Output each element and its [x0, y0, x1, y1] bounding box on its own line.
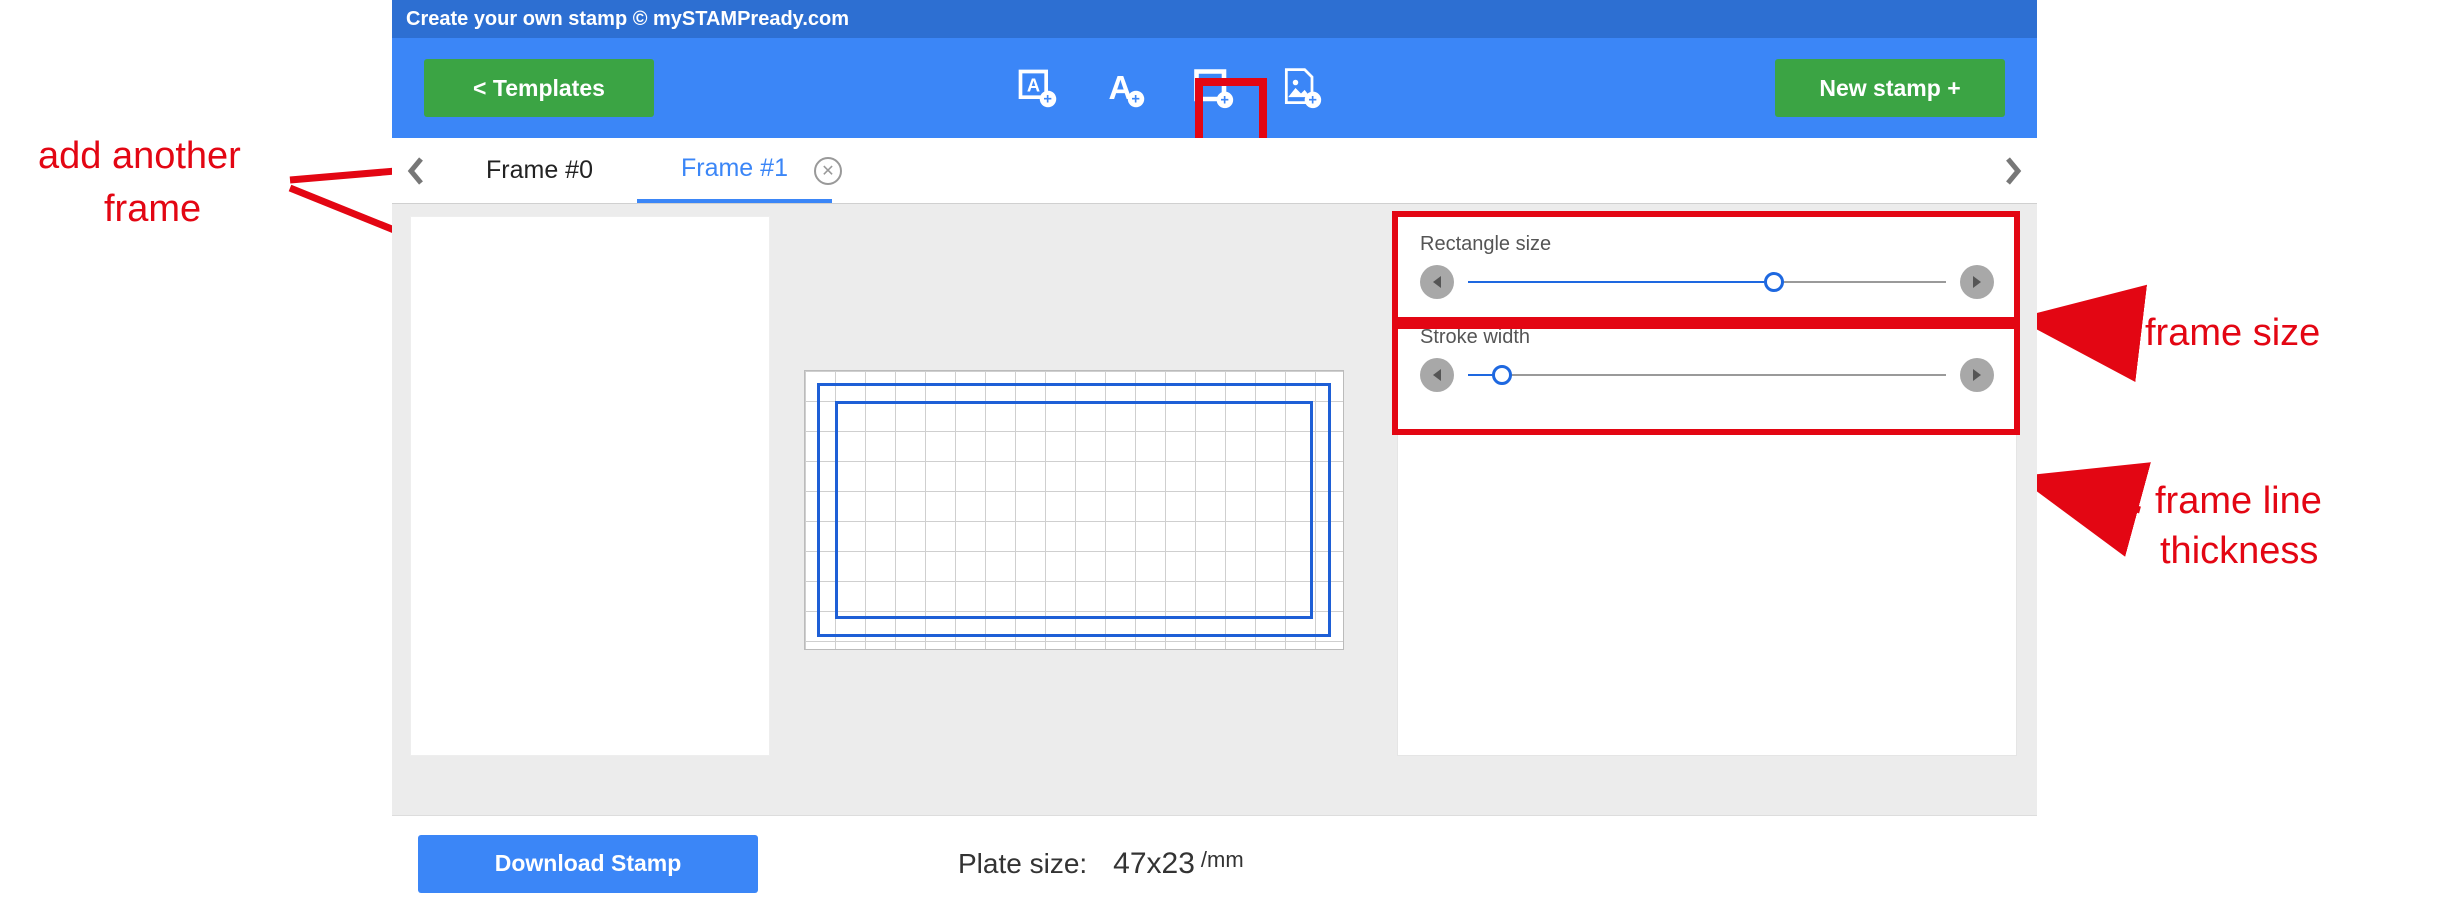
svg-text:+: +	[1043, 92, 1052, 108]
add-rectangle-icon[interactable]: +	[1188, 63, 1238, 113]
stroke-increase[interactable]	[1960, 358, 1994, 392]
tabs-row: Frame #0 Frame #1 ✕	[392, 138, 2037, 204]
stroke-decrease[interactable]	[1420, 358, 1454, 392]
annotation-add-frame-l1: add another	[38, 135, 241, 178]
rect-size-thumb[interactable]	[1764, 272, 1784, 292]
tab-frame0[interactable]: Frame #0	[442, 138, 637, 203]
stroke-fill	[1468, 374, 1492, 376]
add-text-icon[interactable]: A+	[1100, 63, 1150, 113]
annotation-frame-line-l2: thickness	[2160, 530, 2318, 573]
preview-panel	[410, 216, 770, 756]
stroke-thumb[interactable]	[1492, 365, 1512, 385]
header-toolbar: < Templates A+ A+ + + New stamp +	[392, 38, 2037, 138]
svg-text:A: A	[1027, 75, 1040, 96]
rect-size-increase[interactable]	[1960, 265, 1994, 299]
rectangle-size-slider[interactable]	[1420, 262, 1994, 302]
stamp-canvas[interactable]	[804, 370, 1344, 650]
plate-size-label: Plate size:	[958, 848, 1087, 880]
stamp-frame-inner[interactable]	[835, 401, 1313, 619]
rectangle-size-label: Rectangle size	[1420, 233, 1994, 256]
window-title: Create your own stamp © mySTAMPready.com	[392, 0, 2037, 38]
tab-close-button[interactable]: ✕	[814, 157, 842, 185]
svg-text:+: +	[1308, 93, 1317, 109]
app-window: Create your own stamp © mySTAMPready.com…	[392, 0, 2037, 918]
stroke-width-label: Stroke width	[1420, 326, 1994, 349]
svg-text:+: +	[1131, 92, 1140, 108]
add-text-frame-icon[interactable]: A+	[1012, 63, 1062, 113]
tab-frame1[interactable]: Frame #1	[637, 138, 832, 203]
stroke-track[interactable]	[1468, 374, 1946, 376]
new-stamp-button[interactable]: New stamp +	[1775, 59, 2005, 117]
annotation-frame-size: frame size	[2145, 312, 2320, 355]
tab-next-button[interactable]	[1987, 138, 2037, 203]
add-image-icon[interactable]: +	[1276, 63, 1326, 113]
stroke-width-slider[interactable]	[1420, 355, 1994, 395]
rect-size-track[interactable]	[1468, 281, 1946, 283]
tab-prev-button[interactable]	[392, 138, 442, 203]
main-area: Rectangle size Stroke width	[392, 204, 2037, 815]
tool-icons-group: A+ A+ + +	[1012, 38, 1326, 138]
plate-size-unit: /mm	[1201, 847, 1244, 873]
canvas-wrap	[770, 204, 1377, 815]
plate-size-value: 47x23	[1113, 847, 1195, 881]
svg-text:+: +	[1220, 93, 1229, 109]
properties-panel: Rectangle size Stroke width	[1397, 216, 2017, 756]
annotation-add-frame-l2: frame	[104, 188, 201, 231]
annotation-frame-line-l1: frame line	[2155, 480, 2322, 523]
rect-size-decrease[interactable]	[1420, 265, 1454, 299]
bottom-bar: Download Stamp Plate size: 47x23 /mm	[392, 815, 2037, 911]
rect-size-fill	[1468, 281, 1764, 283]
download-stamp-button[interactable]: Download Stamp	[418, 835, 758, 893]
templates-button[interactable]: < Templates	[424, 59, 654, 117]
